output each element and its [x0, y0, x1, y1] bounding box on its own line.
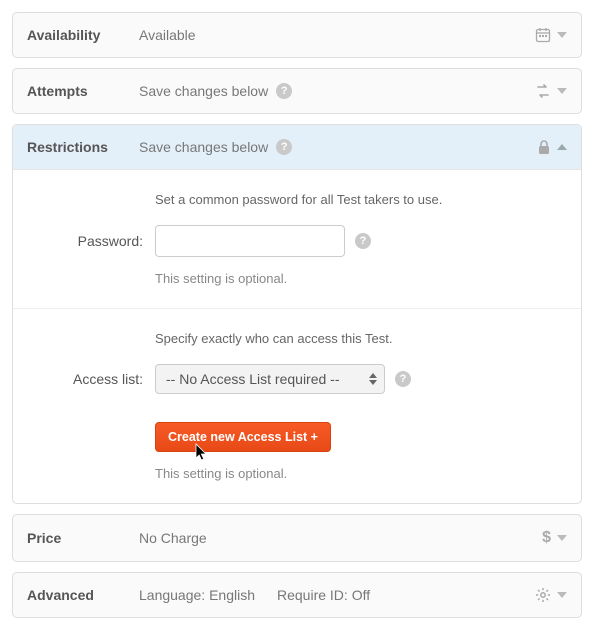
help-icon[interactable]: ?	[355, 233, 371, 249]
panel-title: Advanced	[27, 587, 139, 603]
panel-attempts: Attempts Save changes below ?	[12, 68, 582, 114]
panel-summary: Language: English Require ID: Off	[139, 587, 535, 603]
section-password: Set a common password for all Test taker…	[13, 170, 581, 308]
password-description: Set a common password for all Test taker…	[155, 192, 567, 207]
help-icon[interactable]: ?	[276, 139, 292, 155]
panel-header-icons	[535, 83, 567, 99]
chevron-up-icon	[557, 144, 567, 150]
lock-icon	[537, 139, 551, 155]
panel-summary: Save changes below ?	[139, 83, 535, 99]
panel-title: Restrictions	[27, 139, 139, 155]
panel-header-icons	[535, 587, 567, 603]
retry-icon	[535, 83, 551, 99]
access-list-select[interactable]: -- No Access List required --	[155, 364, 385, 394]
password-hint: This setting is optional.	[155, 271, 567, 286]
password-row: Password: ?	[27, 225, 567, 257]
panel-header-advanced[interactable]: Advanced Language: English Require ID: O…	[13, 573, 581, 617]
advanced-language: Language: English	[139, 587, 255, 603]
help-icon[interactable]: ?	[395, 371, 411, 387]
advanced-require-id: Require ID: Off	[277, 587, 370, 603]
access-button-wrap: Create new Access List +	[27, 394, 567, 452]
language-label: Language:	[139, 587, 205, 603]
panel-restrictions: Restrictions Save changes below ? Set a …	[12, 124, 582, 504]
access-select-wrap: -- No Access List required --	[155, 364, 385, 394]
help-icon[interactable]: ?	[276, 83, 292, 99]
panel-header-restrictions[interactable]: Restrictions Save changes below ?	[13, 125, 581, 169]
require-id-label: Require ID:	[277, 587, 348, 603]
calendar-icon	[535, 27, 551, 43]
panel-header-icons: $	[542, 529, 567, 547]
dollar-icon: $	[542, 529, 551, 547]
panel-title: Attempts	[27, 83, 139, 99]
panel-header-availability[interactable]: Availability Available	[13, 13, 581, 57]
chevron-down-icon	[557, 32, 567, 38]
panel-summary: Save changes below ?	[139, 139, 537, 155]
gear-icon	[535, 587, 551, 603]
panel-body-restrictions: Set a common password for all Test taker…	[13, 169, 581, 503]
chevron-down-icon	[557, 535, 567, 541]
access-row: Access list: -- No Access List required …	[27, 364, 567, 394]
password-label: Password:	[27, 233, 155, 249]
chevron-down-icon	[557, 88, 567, 94]
create-access-list-button[interactable]: Create new Access List +	[155, 422, 331, 452]
panel-advanced: Advanced Language: English Require ID: O…	[12, 572, 582, 618]
panel-header-price[interactable]: Price No Charge $	[13, 515, 581, 561]
section-access-list: Specify exactly who can access this Test…	[13, 308, 581, 503]
panel-header-icons	[537, 139, 567, 155]
panel-title: Availability	[27, 27, 139, 43]
panel-summary-text: Save changes below	[139, 83, 268, 99]
language-value: English	[209, 587, 255, 603]
panel-summary: No Charge	[139, 530, 542, 546]
access-label: Access list:	[27, 371, 155, 387]
chevron-down-icon	[557, 592, 567, 598]
panel-header-icons	[535, 27, 567, 43]
access-hint: This setting is optional.	[155, 466, 567, 481]
panel-title: Price	[27, 530, 139, 546]
access-description: Specify exactly who can access this Test…	[155, 331, 567, 346]
panel-price: Price No Charge $	[12, 514, 582, 562]
panel-header-attempts[interactable]: Attempts Save changes below ?	[13, 69, 581, 113]
panel-summary: Available	[139, 27, 535, 43]
require-id-value: Off	[352, 587, 370, 603]
panel-summary-text: Save changes below	[139, 139, 268, 155]
password-input[interactable]	[155, 225, 345, 257]
panel-availability: Availability Available	[12, 12, 582, 58]
